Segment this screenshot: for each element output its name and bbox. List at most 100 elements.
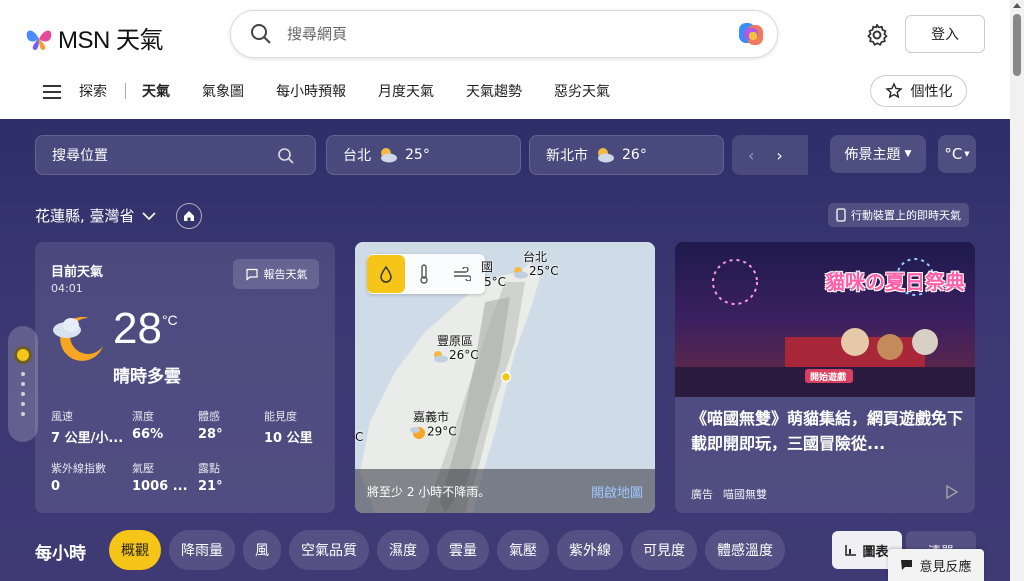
pill-uv[interactable]: 紫外線 [557, 530, 623, 570]
map-layer-toggle [367, 254, 485, 294]
stat-value: 1006 ... [132, 479, 188, 494]
pill-pressure[interactable]: 氣壓 [497, 530, 549, 570]
scroll-up-arrow-icon[interactable] [1013, 3, 1021, 8]
feedback-label: 意見反應 [919, 559, 972, 575]
chevron-down-icon [141, 211, 156, 220]
home-location-button[interactable] [176, 203, 202, 229]
ad-banner-image[interactable]: 貓咪の夏日祭典 開始遊戲 [675, 242, 975, 397]
pill-overview[interactable]: 概觀 [109, 530, 161, 570]
theme-label: 佈景主題 [844, 147, 901, 163]
report-weather-button[interactable]: 報告天氣 [233, 259, 319, 289]
nav-divider [125, 83, 126, 99]
stat-uv: 紫外線指數 0 [51, 460, 106, 494]
theme-button[interactable]: 佈景主題 ▼ [830, 135, 926, 173]
ad-meta: 廣告 喵國無雙 [691, 486, 767, 502]
stat-value: 10 公里 [264, 431, 313, 446]
copilot-icon[interactable] [735, 18, 767, 50]
stat-label: 紫外線指數 [51, 462, 106, 475]
feedback-button[interactable]: 意見反應 [888, 549, 984, 581]
map-temp-fengyuan: 26°C [431, 348, 479, 363]
web-search-box[interactable] [230, 10, 778, 58]
moon-cloud-icon [53, 316, 103, 361]
city-name: 新北市 [546, 148, 588, 164]
map-temp-value: 25°C [529, 264, 559, 278]
wind-layer-icon[interactable] [443, 255, 481, 293]
chart-icon [845, 545, 857, 556]
partly-cloudy-icon [598, 148, 614, 163]
map-temp-partial: 5°C [484, 275, 507, 289]
current-weather-card: 目前天氣 04:01 報告天氣 28°C 晴時多雲 風速 7 公里/小... 濕度… [35, 242, 335, 513]
chevron-right-icon[interactable]: › [776, 146, 782, 165]
scrollbar-thumb[interactable] [1013, 14, 1021, 76]
pill-humidity[interactable]: 濕度 [377, 530, 429, 570]
map-temp-value: 29°C [427, 424, 457, 439]
open-map-link[interactable]: 開啟地圖 [591, 482, 643, 501]
pill-air-quality[interactable]: 空氣品質 [289, 530, 369, 570]
nav-trends[interactable]: 天氣趨勢 [466, 81, 522, 101]
star-edit-icon [884, 82, 903, 99]
web-search-input[interactable] [287, 25, 735, 43]
stat-label: 體感 [198, 410, 220, 423]
partly-cloudy-icon [514, 266, 528, 278]
search-icon [251, 24, 271, 44]
stat-value: 66% [132, 427, 164, 442]
nav-weather-map[interactable]: 氣象圖 [202, 81, 244, 101]
city-chip-taipei[interactable]: 台北 25° [326, 135, 521, 175]
precipitation-layer-icon[interactable] [367, 255, 405, 293]
pill-wind[interactable]: 風 [243, 530, 281, 570]
stat-label: 風速 [51, 410, 73, 423]
partly-cloudy-icon [381, 148, 397, 163]
temp-unit: °C [161, 312, 178, 328]
stat-label: 能見度 [264, 410, 297, 423]
temp-value: 28 [113, 304, 162, 353]
caret-down-icon: ▼ [964, 150, 970, 158]
partly-cloudy-icon [434, 350, 448, 362]
unit-toggle-button[interactable]: °C ▼ [938, 135, 976, 173]
stat-label: 濕度 [132, 410, 154, 423]
stat-wind: 風速 7 公里/小... [51, 408, 123, 446]
map-label-fengyuan: 豐原區 [437, 334, 474, 348]
location-search[interactable]: 搜尋位置 [35, 135, 316, 175]
pill-visibility[interactable]: 可見度 [631, 530, 697, 570]
city-chip-newtaipei[interactable]: 新北市 26° [529, 135, 724, 175]
mobile-weather-link[interactable]: 行動裝置上的即時天氣 [828, 203, 969, 227]
stat-label: 氣壓 [132, 462, 154, 475]
unit-label: °C [944, 145, 963, 163]
chevron-left-icon[interactable]: ‹ [748, 146, 754, 165]
chat-icon [245, 268, 258, 281]
personalize-button[interactable]: 個性化 [870, 75, 967, 107]
current-temperature: 28°C [113, 304, 178, 354]
sun-icon [14, 346, 32, 364]
pill-feels-like[interactable]: 體感溫度 [705, 530, 785, 570]
pill-cloud-cover[interactable]: 雲量 [437, 530, 489, 570]
ad-banner-title: 貓咪の夏日祭典 [825, 270, 965, 294]
nav-monthly[interactable]: 月度天氣 [378, 81, 434, 101]
page-scrollbar[interactable] [1010, 0, 1024, 581]
gear-icon[interactable] [864, 22, 890, 48]
weather-map-card[interactable]: 國 5°C 台北 25°C 豐原區 26°C 嘉義市 29°C C 將至少 2 … [355, 242, 655, 513]
temperature-layer-icon[interactable] [405, 255, 443, 293]
ad-choices-icon[interactable] [945, 485, 959, 499]
stat-label: 露點 [198, 462, 220, 475]
ad-headline[interactable]: 《喵國無雙》萌貓集結，網頁遊戲免下載即開即玩，三國冒險從... [691, 406, 967, 456]
nav-severe[interactable]: 惡劣天氣 [554, 81, 610, 101]
menu-icon[interactable] [43, 85, 61, 99]
ad-card[interactable]: 貓咪の夏日祭典 開始遊戲 《喵國無雙》萌貓集結，網頁遊戲免下載即開即玩，三國冒險… [675, 242, 975, 513]
location-selector[interactable]: 花蓮縣, 臺灣省 [35, 205, 157, 226]
rail-dot [21, 382, 25, 386]
map-edge-label: C [355, 430, 364, 444]
location-name: 花蓮縣, 臺灣省 [35, 207, 135, 225]
stat-pressure: 氣壓 1006 ... [132, 460, 188, 494]
msn-logo[interactable]: MSN 天氣 [24, 20, 164, 55]
chip-carousel-nav: ‹ › [732, 135, 808, 175]
brand-title: MSN 天氣 [58, 27, 164, 54]
top-bar: MSN 天氣 登入 [0, 0, 1010, 72]
nav-hourly[interactable]: 每小時預報 [276, 81, 346, 101]
signin-button[interactable]: 登入 [905, 15, 985, 53]
nav-weather[interactable]: 天氣 [142, 81, 170, 101]
stat-dew-point: 露點 21° [198, 460, 223, 494]
pill-precipitation[interactable]: 降雨量 [169, 530, 235, 570]
stat-feels-like: 體感 28° [198, 408, 223, 442]
nav-explore[interactable]: 探索 [79, 81, 107, 101]
side-rail[interactable] [8, 326, 38, 442]
